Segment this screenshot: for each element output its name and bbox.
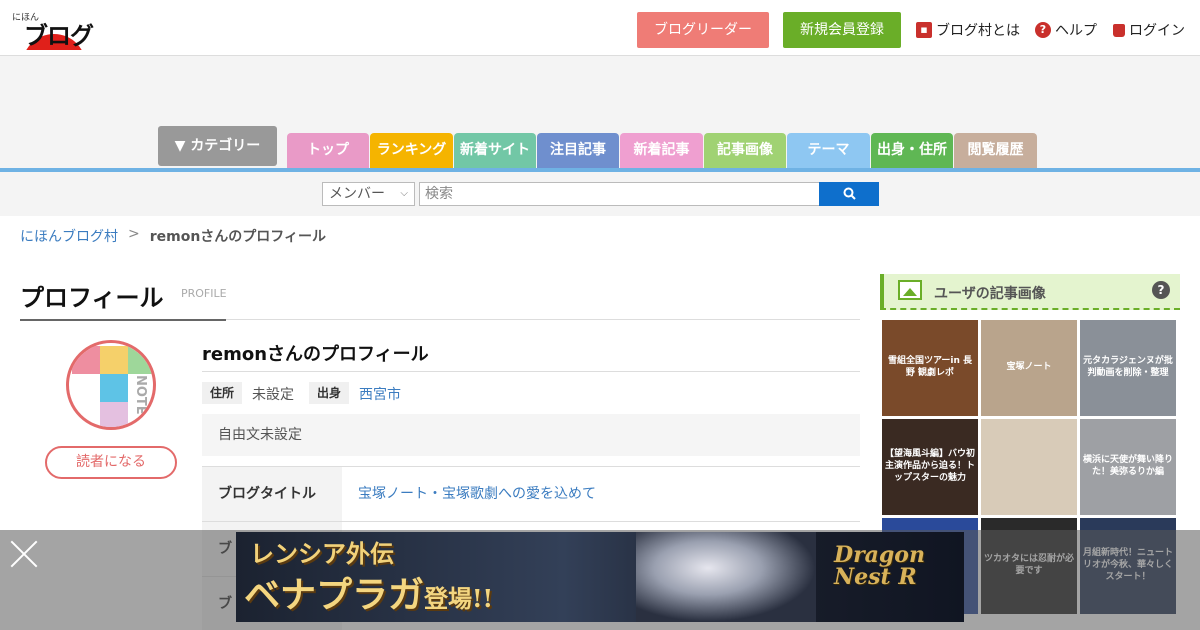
article-thumbnail[interactable]: 【望海風斗編】バウ初主演作品から迫る！トップスターの魅力 <box>882 419 978 515</box>
chat-icon: ▪ <box>916 22 932 38</box>
user-heading: remonさんのプロフィール <box>202 344 429 365</box>
category-button[interactable]: ▼ カテゴリー <box>158 126 277 166</box>
blog-reader-button[interactable]: ブログリーダー <box>637 12 769 48</box>
profile-row-key: ブログタイトル <box>202 467 342 521</box>
lock-icon <box>1113 23 1125 37</box>
site-header: にほん ブログ村 ブログリーダー 新規会員登録 ▪ ブログ村とは ? ヘルプ ロ… <box>0 0 1200 85</box>
article-thumbnail[interactable]: 雪組全国ツアーin 長野 観劇レポ <box>882 320 978 416</box>
article-thumbnail[interactable]: 元タカラジェンヌが批判動画を削除・整理 <box>1080 320 1176 416</box>
thumbnail-caption: 横浜に天使が舞い降りた！美弥るりか編 <box>1083 455 1174 477</box>
tab-top[interactable]: トップ <box>287 133 369 168</box>
page-subtitle: PROFILE <box>181 287 227 300</box>
avatar-text: NOTE <box>133 375 148 415</box>
page-title: プロフィール <box>20 284 164 312</box>
free-text: 自由文未設定 <box>202 414 860 456</box>
breadcrumb-separator: > <box>128 226 140 242</box>
profile-row: ブログタイトル 宝塚ノート・宝塚歌劇への愛を込めて <box>202 466 860 521</box>
article-thumbnail[interactable]: 横浜に天使が舞い降りた！美弥るりか編 <box>1080 419 1176 515</box>
login-link[interactable]: ログイン <box>1113 20 1185 40</box>
close-icon[interactable] <box>8 538 40 570</box>
tab-new-sites[interactable]: 新着サイト <box>454 133 536 168</box>
breadcrumb-home[interactable]: にほんブログ村 <box>20 226 118 246</box>
avatar-tile <box>72 346 100 374</box>
login-label: ログイン <box>1129 23 1185 39</box>
search-icon <box>843 187 856 200</box>
thumbnail-caption: 雪組全国ツアーin 長野 観劇レポ <box>887 356 973 378</box>
blog-title-link[interactable]: 宝塚ノート・宝塚歌劇への愛を込めて <box>358 467 596 521</box>
sidebar-title: ユーザの記事画像 <box>934 286 1046 302</box>
title-underline <box>20 319 226 321</box>
origin-label: 出身 <box>309 382 350 404</box>
ad-character-image <box>636 532 816 622</box>
image-icon <box>898 280 922 300</box>
thumbnail-caption: 元タカラジェンヌが批判動画を削除・整理 <box>1083 356 1173 378</box>
breadcrumb-current: remonさんのプロフィール <box>149 229 327 245</box>
avatar-tile <box>100 402 128 427</box>
address-label: 住所 <box>202 382 243 404</box>
help-label: ヘルプ <box>1055 23 1097 39</box>
chevron-down-icon: ⌵ <box>400 188 408 199</box>
tab-hometown[interactable]: 出身・住所 <box>871 133 953 168</box>
search-button[interactable] <box>819 182 879 206</box>
ad-line2-main: ベナプラガ <box>244 574 425 616</box>
ad-line2: ベナプラガ登場!! <box>244 566 493 618</box>
search-type-select[interactable]: メンバー ⌵ <box>322 182 415 206</box>
help-link[interactable]: ? ヘルプ <box>1035 20 1097 40</box>
search-input[interactable]: 検索 <box>419 182 820 206</box>
sidebar-header: ユーザの記事画像 ? <box>880 274 1180 310</box>
nav-underline <box>0 168 1200 172</box>
ad-line2-suffix: 登場!! <box>424 584 494 613</box>
avatar-tile <box>100 374 128 402</box>
help-icon[interactable]: ? <box>1152 281 1170 299</box>
follow-button[interactable]: 読者になる <box>45 446 177 479</box>
nav-tabs: トップ ランキング 新着サイト 注目記事 新着記事 記事画像 テーマ 出身・住所… <box>287 133 1037 168</box>
tab-themes[interactable]: テーマ <box>787 133 870 168</box>
tab-article-images[interactable]: 記事画像 <box>704 133 786 168</box>
avatar[interactable]: NOTE <box>66 340 156 430</box>
origin-value[interactable]: 西宮市 <box>359 384 401 404</box>
thumbnail-caption: 【望海風斗編】バウ初主演作品から迫る！トップスターの魅力 <box>885 449 976 483</box>
help-icon: ? <box>1035 22 1051 38</box>
article-thumbnail[interactable]: 宝塚ノート <box>981 320 1077 416</box>
ad-banner[interactable]: レンシア外伝 ベナプラガ登場!! Dragon Nest R <box>236 532 964 622</box>
user-heading-divider <box>202 371 860 372</box>
site-logo[interactable]: にほん ブログ村 <box>12 10 108 85</box>
about-link[interactable]: ▪ ブログ村とは <box>916 20 1020 40</box>
address-value: 未設定 <box>252 387 294 403</box>
ad-brand-logo: Dragon Nest R <box>834 542 925 590</box>
avatar-tile <box>100 346 128 374</box>
tab-ranking[interactable]: ランキング <box>370 133 453 168</box>
tab-history[interactable]: 閲覧履歴 <box>954 133 1037 168</box>
register-button[interactable]: 新規会員登録 <box>783 12 901 48</box>
ad-line1: レンシア外伝 <box>250 539 394 568</box>
title-divider <box>226 319 860 320</box>
tab-new-articles[interactable]: 新着記事 <box>620 133 703 168</box>
breadcrumb: にほんブログ村 > remonさんのプロフィール <box>20 226 326 246</box>
about-label: ブログ村とは <box>936 23 1020 39</box>
article-thumbnail[interactable] <box>981 419 1077 515</box>
thumbnail-caption: 宝塚ノート <box>1006 362 1052 373</box>
search-type-value: メンバー <box>329 186 385 202</box>
tab-featured[interactable]: 注目記事 <box>537 133 619 168</box>
avatar-tile <box>128 346 153 374</box>
